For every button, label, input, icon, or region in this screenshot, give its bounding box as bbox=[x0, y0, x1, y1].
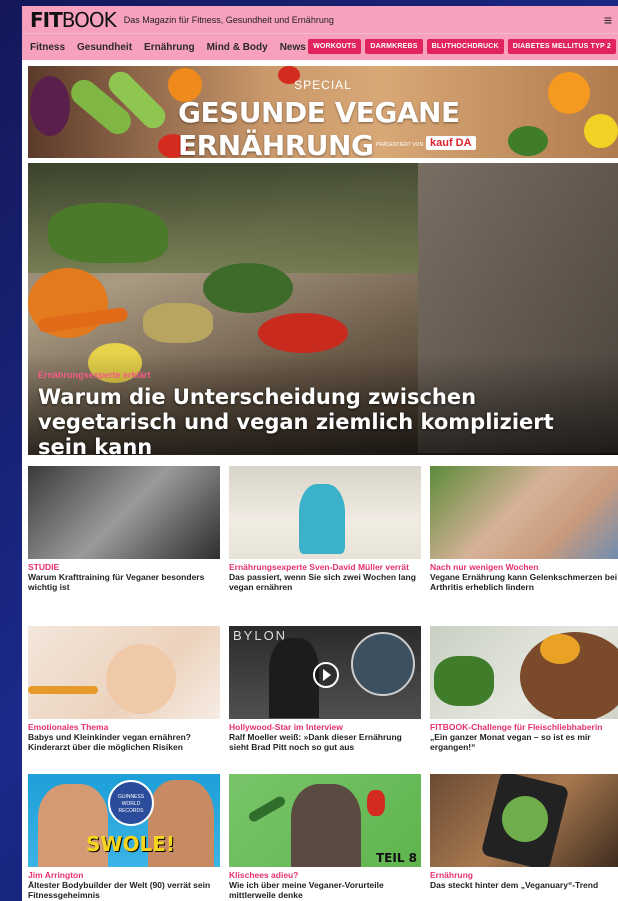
logo-fit: FIT bbox=[30, 7, 63, 32]
article-card[interactable]: Ernährung Das steckt hinter dem „Veganua… bbox=[430, 774, 618, 890]
card-title[interactable]: Wie ich über meine Veganer-Vorurteile mi… bbox=[229, 880, 421, 900]
baby-thumbnail[interactable] bbox=[28, 626, 220, 719]
article-card[interactable]: TEIL 8 Klischees adieu? Wie ich über mei… bbox=[229, 774, 421, 900]
nav-link-ernaehrung[interactable]: Ernährung bbox=[144, 42, 195, 53]
herbs-image bbox=[434, 656, 494, 706]
banner-special-label: SPECIAL bbox=[294, 78, 352, 92]
nav-link-mind-body[interactable]: Mind & Body bbox=[207, 42, 268, 53]
leek-image bbox=[247, 794, 287, 824]
special-banner[interactable]: SPECIAL GESUNDE VEGANE ERNÄHRUNG PRÄSENT… bbox=[28, 66, 618, 158]
nav-link-news[interactable]: News bbox=[280, 42, 306, 53]
nav-link-gesundheit[interactable]: Gesundheit bbox=[77, 42, 132, 53]
tomatoes-image bbox=[258, 313, 348, 353]
logo-book: BOOK bbox=[61, 7, 117, 32]
top-bar: FIT BOOK Das Magazin für Fitness, Gesund… bbox=[22, 6, 618, 33]
kitchen-thumbnail[interactable] bbox=[229, 466, 421, 559]
baby-face-image bbox=[106, 644, 176, 714]
hero-kicker: Ernährungsexperte erklärt bbox=[38, 370, 151, 380]
card-title[interactable]: „Ein ganzer Monat vegan – so ist es mir … bbox=[430, 732, 618, 752]
article-card[interactable]: Ernährungsexperte Sven-David Müller verr… bbox=[229, 466, 421, 592]
spoon-image bbox=[28, 686, 98, 694]
card-title[interactable]: Babys und Kleinkinder vegan ernähren? Ki… bbox=[28, 732, 220, 752]
card-kicker: Emotionales Thema bbox=[28, 722, 109, 732]
video-thumbnail[interactable]: BYLON bbox=[229, 626, 421, 719]
swole-text: SWOLE! bbox=[86, 832, 175, 856]
vegan-bowl-thumbnail[interactable] bbox=[430, 626, 618, 719]
leafy-greens-image bbox=[48, 203, 168, 263]
part-label: TEIL 8 bbox=[375, 851, 417, 865]
article-card[interactable]: FITBOOK-Challenge für Fleischliebhaberin… bbox=[430, 626, 618, 752]
card-title[interactable]: Ralf Moeller weiß: »Dank dieser Ernährun… bbox=[229, 732, 421, 752]
card-title[interactable]: Das steckt hinter dem „Veganuary“-Trend bbox=[430, 880, 618, 890]
page: FIT BOOK Das Magazin für Fitness, Gesund… bbox=[22, 6, 618, 901]
article-card[interactable]: BYLON Hollywood-Star im Interview Ralf M… bbox=[229, 626, 421, 752]
phone-food-thumbnail[interactable] bbox=[430, 774, 618, 867]
veggies-man-thumbnail[interactable]: TEIL 8 bbox=[229, 774, 421, 867]
main-nav: Fitness Gesundheit Ernährung Mind & Body… bbox=[22, 33, 618, 60]
card-kicker: Klischees adieu? bbox=[229, 870, 299, 880]
pepper-image bbox=[367, 790, 385, 816]
tagline: Das Magazin für Fitness, Gesundheit und … bbox=[123, 14, 334, 25]
person-image bbox=[299, 484, 345, 554]
card-kicker: Hollywood-Star im Interview bbox=[229, 722, 343, 732]
pill-darmkrebs[interactable]: DARMKREBS bbox=[365, 39, 423, 54]
inset-portrait bbox=[351, 632, 415, 696]
card-kicker: Jim Arrington bbox=[28, 870, 84, 880]
play-icon[interactable] bbox=[313, 662, 339, 688]
pill-diabetes[interactable]: DIABETES MELLITUS TYP 2 bbox=[507, 39, 616, 54]
fitbook-logo[interactable]: FIT BOOK bbox=[30, 7, 117, 32]
person-image bbox=[269, 638, 319, 718]
broccoli-image bbox=[203, 263, 293, 313]
banner-title: GESUNDE VEGANE ERNÄHRUNG bbox=[178, 96, 460, 158]
card-title[interactable]: Vegane Ernährung kann Gelenkschmerzen be… bbox=[430, 572, 618, 592]
card-title[interactable]: Das passiert, wenn Sie sich zwei Wochen … bbox=[229, 572, 421, 592]
card-kicker: FITBOOK-Challenge für Fleischliebhaberin bbox=[430, 722, 603, 732]
card-title[interactable]: Ältester Bodybuilder der Welt (90) verrä… bbox=[28, 880, 220, 900]
card-title[interactable]: Warum Krafttraining für Veganer besonder… bbox=[28, 572, 220, 592]
knee-pain-thumbnail[interactable] bbox=[430, 466, 618, 559]
article-card[interactable]: Nach nur wenigen Wochen Vegane Ernährung… bbox=[430, 466, 618, 592]
card-kicker: STUDIE bbox=[28, 562, 60, 572]
article-card[interactable]: STUDIE Warum Krafttraining für Veganer b… bbox=[28, 466, 220, 592]
nav-link-fitness[interactable]: Fitness bbox=[30, 42, 65, 53]
pill-workouts[interactable]: WORKOUTS bbox=[308, 39, 362, 54]
hero-article[interactable]: Ernährungsexperte erklärt Warum die Unte… bbox=[28, 163, 618, 455]
card-kicker: Ernährung bbox=[430, 870, 473, 880]
squash-image bbox=[540, 634, 580, 664]
person-image bbox=[291, 784, 361, 867]
hamburger-icon[interactable]: ≡ bbox=[604, 12, 612, 28]
card-kicker: Nach nur wenigen Wochen bbox=[430, 562, 539, 572]
banner-presented: PRÄSENTIERT VON bbox=[376, 142, 424, 148]
kaufda-logo: kauf DA bbox=[426, 136, 476, 150]
guinness-badge: GUINNESS WORLD RECORDS bbox=[108, 780, 154, 826]
article-card[interactable]: Emotionales Thema Babys und Kleinkinder … bbox=[28, 626, 220, 752]
dumbbells-thumbnail[interactable] bbox=[28, 466, 220, 559]
article-card[interactable]: GUINNESS WORLD RECORDS SWOLE! Jim Arring… bbox=[28, 774, 220, 900]
card-kicker: Ernährungsexperte Sven-David Müller verr… bbox=[229, 562, 409, 572]
bodybuilder-thumbnail[interactable]: GUINNESS WORLD RECORDS SWOLE! bbox=[28, 774, 220, 867]
pill-bluthochdruck[interactable]: BLUTHOCHDRUCK bbox=[426, 39, 504, 54]
hero-title[interactable]: Warum die Unterscheidung zwischen vegeta… bbox=[38, 385, 598, 455]
bowl-image bbox=[143, 303, 213, 343]
